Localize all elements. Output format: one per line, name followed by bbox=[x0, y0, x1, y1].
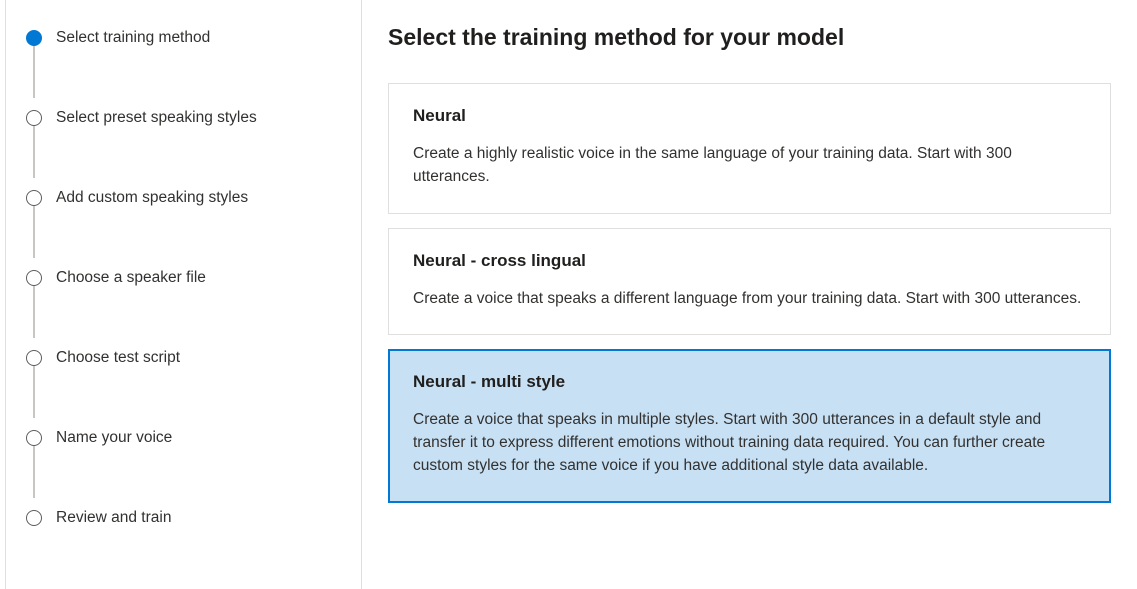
step-name-your-voice[interactable]: Name your voice bbox=[26, 426, 341, 450]
step-label: Review and train bbox=[56, 509, 171, 527]
step-connector bbox=[33, 206, 35, 258]
step-label: Choose test script bbox=[56, 349, 180, 367]
step-connector bbox=[33, 46, 35, 98]
option-description: Create a voice that speaks in multiple s… bbox=[413, 408, 1086, 478]
step-connector bbox=[33, 366, 35, 418]
step-bullet-inactive-icon bbox=[26, 510, 42, 526]
step-select-preset-speaking-styles[interactable]: Select preset speaking styles bbox=[26, 106, 341, 130]
step-bullet-inactive-icon bbox=[26, 270, 42, 286]
step-choose-test-script[interactable]: Choose test script bbox=[26, 346, 341, 370]
option-neural-cross-lingual[interactable]: Neural - cross lingual Create a voice th… bbox=[388, 228, 1111, 335]
option-title: Neural - multi style bbox=[413, 372, 1086, 392]
option-title: Neural - cross lingual bbox=[413, 251, 1086, 271]
step-bullet-inactive-icon bbox=[26, 430, 42, 446]
step-bullet-inactive-icon bbox=[26, 190, 42, 206]
option-neural[interactable]: Neural Create a highly realistic voice i… bbox=[388, 83, 1111, 214]
wizard-steps-sidebar: Select training method Select preset spe… bbox=[6, 0, 362, 589]
step-label: Select training method bbox=[56, 29, 210, 47]
step-list: Select training method Select preset spe… bbox=[26, 26, 341, 530]
step-label: Name your voice bbox=[56, 429, 172, 447]
option-title: Neural bbox=[413, 106, 1086, 126]
step-label: Select preset speaking styles bbox=[56, 109, 257, 127]
option-neural-multi-style[interactable]: Neural - multi style Create a voice that… bbox=[388, 349, 1111, 503]
step-review-and-train[interactable]: Review and train bbox=[26, 506, 341, 530]
step-bullet-inactive-icon bbox=[26, 110, 42, 126]
page-title: Select the training method for your mode… bbox=[388, 24, 1111, 51]
option-description: Create a voice that speaks a different l… bbox=[413, 287, 1086, 310]
step-select-training-method[interactable]: Select training method bbox=[26, 26, 341, 50]
step-choose-speaker-file[interactable]: Choose a speaker file bbox=[26, 266, 341, 290]
option-description: Create a highly realistic voice in the s… bbox=[413, 142, 1086, 189]
step-connector bbox=[33, 126, 35, 178]
step-bullet-active-icon bbox=[26, 30, 42, 46]
main-content: Select the training method for your mode… bbox=[362, 0, 1137, 589]
step-add-custom-speaking-styles[interactable]: Add custom speaking styles bbox=[26, 186, 341, 210]
step-connector bbox=[33, 286, 35, 338]
step-label: Add custom speaking styles bbox=[56, 189, 248, 207]
step-label: Choose a speaker file bbox=[56, 269, 206, 287]
step-connector bbox=[33, 446, 35, 498]
step-bullet-inactive-icon bbox=[26, 350, 42, 366]
